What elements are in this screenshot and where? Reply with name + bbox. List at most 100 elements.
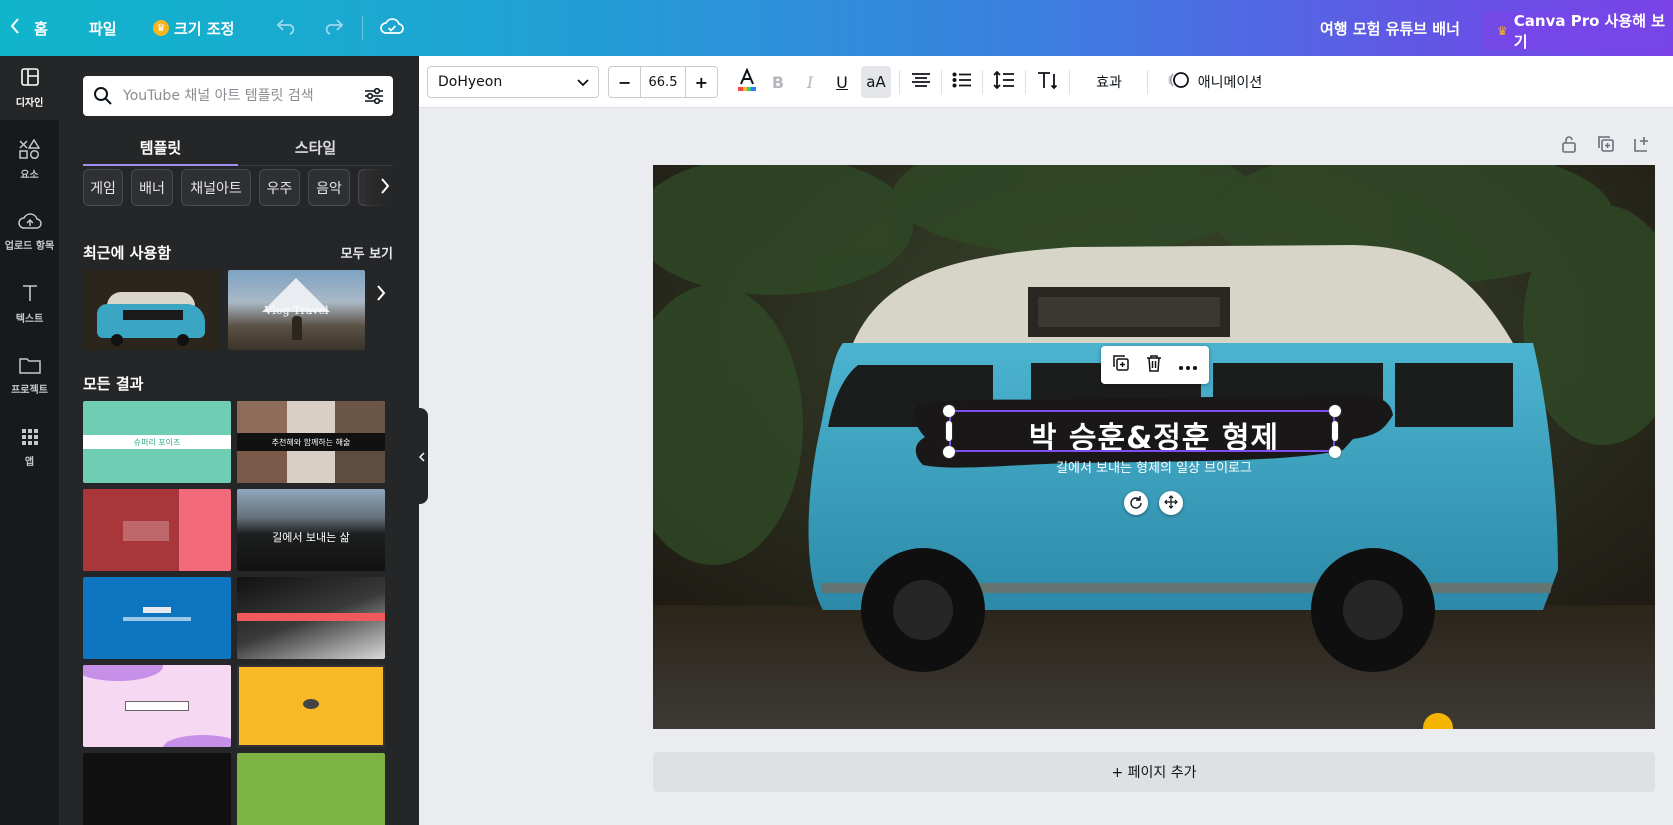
template-thumb[interactable]: 추천해와 함께하는 해술 bbox=[237, 401, 385, 483]
thumb-label-bar bbox=[123, 310, 183, 320]
rail-label: 디자인 bbox=[15, 98, 44, 109]
file-label: 파일 bbox=[89, 19, 117, 38]
resize-button[interactable]: ♛ 크기 조정 bbox=[153, 0, 234, 56]
cloud-upload-icon bbox=[17, 212, 42, 233]
recent-template-thumb[interactable] bbox=[83, 270, 220, 350]
increase-font-size-button[interactable]: + bbox=[686, 67, 717, 97]
recent-template-thumb[interactable]: Vlog Travel bbox=[228, 270, 365, 350]
chevron-right-icon bbox=[376, 285, 386, 305]
chip-music[interactable]: 음악 bbox=[308, 169, 350, 206]
list-button[interactable] bbox=[948, 66, 976, 98]
italic-button[interactable]: I bbox=[796, 66, 824, 98]
search-box bbox=[83, 76, 393, 116]
thumb-photo bbox=[237, 451, 287, 483]
recent-scroll-right-button[interactable] bbox=[359, 277, 403, 313]
rail-item-design[interactable]: 디자인 bbox=[0, 56, 59, 120]
rail-item-text[interactable]: 텍스트 bbox=[0, 272, 59, 336]
add-page-button[interactable]: + 페이지 추가 bbox=[653, 752, 1655, 792]
align-button[interactable] bbox=[907, 66, 935, 98]
move-handle[interactable] bbox=[1159, 491, 1183, 515]
add-page-icon bbox=[1633, 135, 1651, 157]
add-page-icon-button[interactable] bbox=[1630, 134, 1654, 158]
delete-element-button[interactable] bbox=[1142, 353, 1166, 377]
toolbar-divider bbox=[1069, 70, 1070, 94]
duplicate-page-button[interactable] bbox=[1594, 134, 1618, 158]
chip-channel-art[interactable]: 채널아트 bbox=[181, 169, 251, 206]
thumb-text-block bbox=[123, 617, 191, 621]
duplicate-icon bbox=[1597, 135, 1615, 157]
see-all-link[interactable]: 모두 보기 bbox=[341, 243, 393, 262]
lock-page-button[interactable] bbox=[1557, 134, 1581, 158]
chips-scroll-right-button[interactable] bbox=[365, 169, 405, 206]
resize-handle[interactable] bbox=[1329, 405, 1341, 417]
thumb-cloud bbox=[163, 735, 231, 747]
rail-item-projects[interactable]: 프로젝트 bbox=[0, 344, 59, 408]
resize-handle[interactable] bbox=[1332, 421, 1338, 441]
toolbar-divider bbox=[941, 70, 942, 94]
shapes-icon bbox=[18, 138, 41, 162]
chip-game[interactable]: 게임 bbox=[83, 169, 123, 206]
redo-button[interactable] bbox=[322, 0, 344, 56]
search-input[interactable] bbox=[123, 78, 343, 114]
text-color-button[interactable] bbox=[733, 66, 761, 98]
chip-space[interactable]: 우주 bbox=[259, 169, 300, 206]
topbar-divider bbox=[362, 16, 363, 40]
template-thumb[interactable] bbox=[83, 489, 231, 571]
document-title[interactable]: 여행 모험 유튜브 배너 bbox=[1320, 0, 1460, 56]
underline-button[interactable]: U bbox=[828, 66, 856, 98]
template-thumb[interactable] bbox=[83, 665, 231, 747]
template-thumb[interactable] bbox=[237, 753, 385, 825]
decrease-font-size-button[interactable]: − bbox=[609, 67, 640, 97]
collapse-panel-button[interactable] bbox=[415, 408, 428, 504]
effects-button[interactable]: 효과 bbox=[1079, 66, 1139, 98]
tab-styles[interactable]: 스타일 bbox=[238, 130, 393, 166]
font-size-input[interactable]: 66.5 bbox=[640, 67, 686, 97]
resize-handle[interactable] bbox=[943, 405, 955, 417]
animate-button[interactable]: 애니메이션 bbox=[1155, 66, 1275, 98]
template-thumb[interactable] bbox=[83, 577, 231, 659]
resize-handle[interactable] bbox=[946, 421, 952, 441]
rail-item-apps[interactable]: 앱 bbox=[0, 416, 59, 480]
template-thumb[interactable]: 슈퍼리 포이즈 bbox=[83, 401, 231, 483]
bullet-list-icon bbox=[952, 72, 972, 92]
thumb-cloud bbox=[83, 665, 163, 681]
filter-icon[interactable] bbox=[363, 85, 385, 111]
banner-subtitle-text[interactable]: 길에서 보내는 형제의 일상 브이로그 bbox=[653, 457, 1655, 476]
template-thumb[interactable] bbox=[83, 753, 231, 825]
chip-banner[interactable]: 배너 bbox=[131, 169, 173, 206]
template-thumb[interactable] bbox=[237, 665, 385, 747]
letter-case-button[interactable]: aA bbox=[861, 66, 891, 98]
move-icon bbox=[1164, 494, 1178, 513]
duplicate-icon bbox=[1112, 354, 1130, 376]
design-canvas[interactable]: 박 승훈&정훈 형제 길에서 보내는 형제의 일상 브이로그 bbox=[653, 165, 1655, 729]
thumb-band bbox=[237, 613, 385, 621]
rail-item-uploads[interactable]: 업로드 항목 bbox=[0, 200, 59, 264]
resize-handle[interactable] bbox=[1329, 446, 1341, 458]
template-thumb[interactable]: 길에서 보내는 삶 bbox=[237, 489, 385, 571]
font-family-select[interactable]: DoHyeon bbox=[427, 66, 599, 98]
file-menu-button[interactable]: 파일 bbox=[89, 0, 117, 56]
more-options-button[interactable] bbox=[1176, 353, 1200, 377]
animate-icon bbox=[1168, 70, 1190, 94]
undo-button[interactable] bbox=[276, 0, 298, 56]
canva-pro-button[interactable]: ♛ Canva Pro 사용해 보기 bbox=[1483, 12, 1669, 51]
rail-label: 프로젝트 bbox=[11, 385, 48, 396]
resize-handle[interactable] bbox=[943, 446, 955, 458]
rail-item-elements[interactable]: 요소 bbox=[0, 128, 59, 192]
template-thumb[interactable] bbox=[237, 577, 385, 659]
home-button[interactable]: 홈 bbox=[10, 0, 48, 56]
crown-icon: ♛ bbox=[153, 20, 169, 36]
rotate-handle[interactable] bbox=[1124, 491, 1148, 515]
thumb-logo bbox=[303, 699, 319, 709]
vertical-text-button[interactable] bbox=[1033, 66, 1061, 98]
duplicate-element-button[interactable] bbox=[1109, 353, 1133, 377]
cloud-save-button[interactable] bbox=[380, 0, 404, 56]
bold-button[interactable]: B bbox=[764, 66, 792, 98]
home-label: 홈 bbox=[34, 19, 48, 38]
text-selection-box bbox=[949, 410, 1335, 452]
text-toolbar: DoHyeon − 66.5 + B I U aA 효과 애니메이션 bbox=[419, 56, 1673, 108]
text-color-icon bbox=[736, 67, 758, 96]
text-icon bbox=[20, 283, 40, 306]
spacing-button[interactable] bbox=[990, 66, 1018, 98]
tab-templates[interactable]: 템플릿 bbox=[83, 130, 238, 166]
